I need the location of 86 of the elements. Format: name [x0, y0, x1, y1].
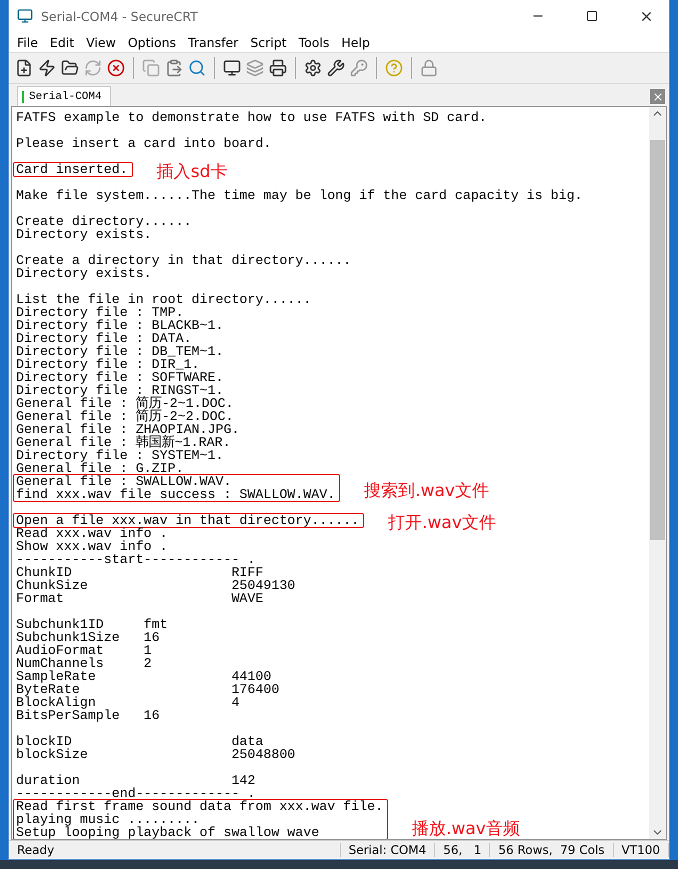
terminal-line: General file : SWALLOW.WAV.: [16, 475, 232, 488]
scrollbar-thumb[interactable]: [650, 140, 665, 540]
terminal-line: Create directory......: [16, 215, 192, 228]
terminal-line: Read xxx.wav info .: [16, 527, 169, 540]
terminal-line: NumChannels 2: [16, 657, 153, 670]
terminal-line: Directory file : DB_TEM~1.: [16, 345, 224, 358]
terminal-line: Directory file : DATA.: [16, 332, 193, 345]
terminal-line: ChunkSize 25049130: [16, 579, 296, 592]
terminal-line: -----------start------------ .: [16, 553, 256, 566]
annotation: 插入sd卡: [156, 162, 228, 182]
terminal-line: Show xxx.wav info .: [16, 540, 169, 553]
close-icon: [652, 90, 664, 102]
terminal-line: Please insert a card into board.: [16, 137, 272, 150]
wrench-icon[interactable]: [327, 59, 345, 77]
copy-icon[interactable]: [142, 59, 160, 77]
menu-item[interactable]: Transfer: [182, 34, 244, 50]
terminal-line: Directory file : SYSTEM~1.: [16, 449, 224, 462]
terminal-line: BitsPerSample 16: [16, 709, 161, 722]
status-text: 56 Rows, 79 Cols: [490, 843, 614, 857]
menu-item[interactable]: Help: [335, 34, 376, 50]
app-icon: [17, 8, 33, 24]
terminal-line: blockSize 25048800: [16, 748, 296, 761]
menu-item[interactable]: Tools: [292, 34, 336, 50]
terminal-line: Card inserted.: [16, 163, 128, 176]
annotation: 打开.wav文件: [388, 513, 496, 533]
help-icon[interactable]: [385, 59, 403, 77]
terminal-line: Read first frame sound data from xxx.wav file.: [16, 800, 384, 813]
terminal-line: duration 142: [16, 774, 256, 787]
terminal-line: List the file in root directory......: [16, 293, 312, 306]
key-icon[interactable]: [350, 59, 368, 77]
search-icon[interactable]: [188, 59, 206, 77]
terminal-line: Subchunk1ID fmt: [16, 618, 169, 631]
annotation: 搜索到.wav文件: [364, 481, 489, 501]
settings-icon[interactable]: [304, 59, 322, 77]
menu-item[interactable]: Script: [244, 34, 293, 50]
layers-icon[interactable]: [246, 59, 264, 77]
terminal-line: Create a directory in that directory......: [16, 254, 352, 267]
paste-icon[interactable]: [165, 59, 183, 77]
window-title: Serial-COM4 - SecureCRT: [41, 8, 199, 24]
maximize-icon: [586, 10, 598, 22]
refresh-icon[interactable]: [84, 59, 102, 77]
new-file-icon[interactable]: [15, 59, 33, 77]
terminal-line: Setup looping playback of swallow wave: [16, 826, 320, 839]
menu-item[interactable]: File: [11, 34, 44, 50]
status-text: VT100: [614, 843, 669, 857]
terminal-line: Directory exists.: [16, 228, 152, 241]
terminal-line: Format WAVE: [16, 592, 264, 605]
terminal-line: AudioFormat 1: [16, 644, 153, 657]
terminal-line: SampleRate 44100: [16, 670, 272, 683]
terminal-line: General file : ZHAOPIAN.JPG.: [16, 423, 240, 436]
lock-icon[interactable]: [420, 59, 438, 77]
terminal-line: Directory file : TMP.: [16, 306, 185, 319]
annotation: 播放.wav音频: [412, 819, 520, 839]
terminal-line: General file : 简历-2~2.DOC.: [16, 410, 235, 423]
status-text: 56, 1: [435, 843, 490, 857]
menu-item[interactable]: Options: [122, 34, 182, 50]
close-circle-icon[interactable]: [107, 59, 125, 77]
terminal-line: ByteRate 176400: [16, 683, 280, 696]
menu-item[interactable]: Edit: [44, 34, 80, 50]
monitor-icon[interactable]: [223, 59, 241, 77]
terminal-line: BlockAlign 4: [16, 696, 240, 709]
terminal-line: blockID data: [16, 735, 264, 748]
terminal-line: General file : G.ZIP.: [16, 462, 185, 475]
session-tab[interactable]: Serial-COM4: [17, 86, 111, 106]
terminal-line: Open a file xxx.wav in that directory......: [16, 514, 360, 527]
status-text: Ready: [9, 843, 341, 857]
printer-icon[interactable]: [269, 59, 287, 77]
terminal-line: ------------end------------- .: [16, 787, 256, 800]
terminal-line: Directory file : DIR_1.: [16, 358, 201, 371]
terminal-line: Make file system......The time may be long if the card capacity is big.: [16, 189, 583, 202]
terminal-line: ChunkID RIFF: [16, 566, 264, 579]
terminal-line: Directory file : RINGST~1.: [16, 384, 224, 397]
close-tab-button[interactable]: [650, 89, 665, 104]
lightning-icon[interactable]: [38, 59, 56, 77]
terminal-line: playing music .........: [16, 813, 200, 826]
status-text: Serial: COM4: [340, 843, 436, 857]
terminal-line: find xxx.wav file success : SWALLOW.WAV.: [16, 488, 336, 501]
terminal-line: Directory file : BLACKB~1.: [16, 319, 224, 332]
terminal-line: Subchunk1Size 16: [16, 631, 161, 644]
terminal-line: FATFS example to demonstrate how to use FATFS with SD card.: [16, 111, 487, 124]
folder-icon[interactable]: [61, 59, 79, 77]
terminal-line: General file : 韩国新~1.RAR.: [16, 436, 232, 449]
menu-item[interactable]: View: [80, 34, 122, 50]
terminal-line: General file : 简历-2~1.DOC.: [16, 397, 235, 410]
terminal-line: Directory file : SOFTWARE.: [16, 371, 224, 384]
terminal-line: Directory exists.: [16, 267, 152, 280]
